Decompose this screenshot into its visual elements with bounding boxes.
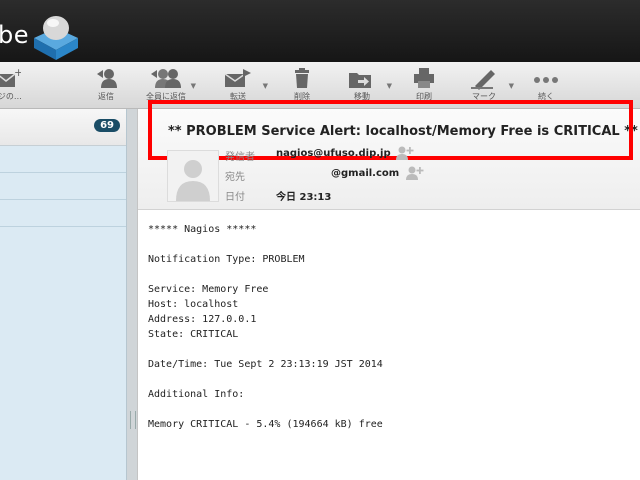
to-address-link[interactable]: @gmail.com bbox=[331, 168, 399, 179]
message-header: ** PROBLEM Service Alert: localhost/Memo… bbox=[138, 100, 640, 210]
message-pane: ** PROBLEM Service Alert: localhost/Memo… bbox=[137, 100, 640, 480]
svg-text:+: + bbox=[14, 66, 21, 79]
marker-pen-icon bbox=[471, 70, 495, 90]
compose-label: ージの… bbox=[0, 92, 22, 101]
from-label: 発信者 bbox=[225, 152, 255, 163]
trash-icon bbox=[295, 68, 309, 88]
message-body: ***** Nagios ***** Notification Type: PR… bbox=[148, 224, 383, 430]
date-label: 日付 bbox=[225, 192, 245, 203]
to-label: 宛先 bbox=[225, 172, 245, 183]
pane-splitter[interactable] bbox=[127, 109, 137, 480]
folder-list-panel: 69 bbox=[0, 109, 127, 480]
add-contact-icon[interactable] bbox=[406, 165, 424, 181]
user-silhouette-icon bbox=[176, 160, 210, 201]
add-contact-icon[interactable] bbox=[396, 145, 414, 161]
app-logo-text: be bbox=[0, 21, 29, 49]
folder-item[interactable] bbox=[0, 173, 126, 200]
more-dots-icon bbox=[534, 77, 558, 83]
avatar bbox=[167, 150, 219, 202]
chevron-down-icon[interactable]: ▼ bbox=[509, 82, 514, 90]
roundcube-logo-icon[interactable] bbox=[30, 8, 82, 60]
chevron-down-icon[interactable]: ▼ bbox=[387, 82, 392, 90]
date-value: 今日 23:13 bbox=[276, 192, 332, 203]
unread-count-badge: 69 bbox=[94, 119, 120, 132]
compose-button[interactable]: + ージの… bbox=[0, 64, 34, 108]
reply-label: 返信 bbox=[98, 92, 114, 101]
reply-all-icon bbox=[151, 69, 181, 88]
app-header: be bbox=[0, 0, 640, 62]
reply-icon bbox=[97, 69, 117, 88]
folder-item-inbox[interactable]: 69 bbox=[0, 109, 126, 146]
from-address-link[interactable]: nagios@ufuso.dip.jp bbox=[276, 148, 391, 159]
reply-button[interactable]: 返信 bbox=[78, 64, 134, 108]
folder-move-icon bbox=[349, 73, 371, 88]
chevron-down-icon[interactable]: ▼ bbox=[191, 82, 196, 90]
chevron-down-icon[interactable]: ▼ bbox=[263, 82, 268, 90]
printer-icon bbox=[414, 68, 434, 88]
folder-item[interactable] bbox=[0, 146, 126, 173]
forward-icon bbox=[224, 69, 251, 87]
compose-envelope-icon: + bbox=[0, 66, 21, 87]
folder-item[interactable] bbox=[0, 200, 126, 227]
splitter-grip-icon[interactable] bbox=[130, 411, 136, 429]
